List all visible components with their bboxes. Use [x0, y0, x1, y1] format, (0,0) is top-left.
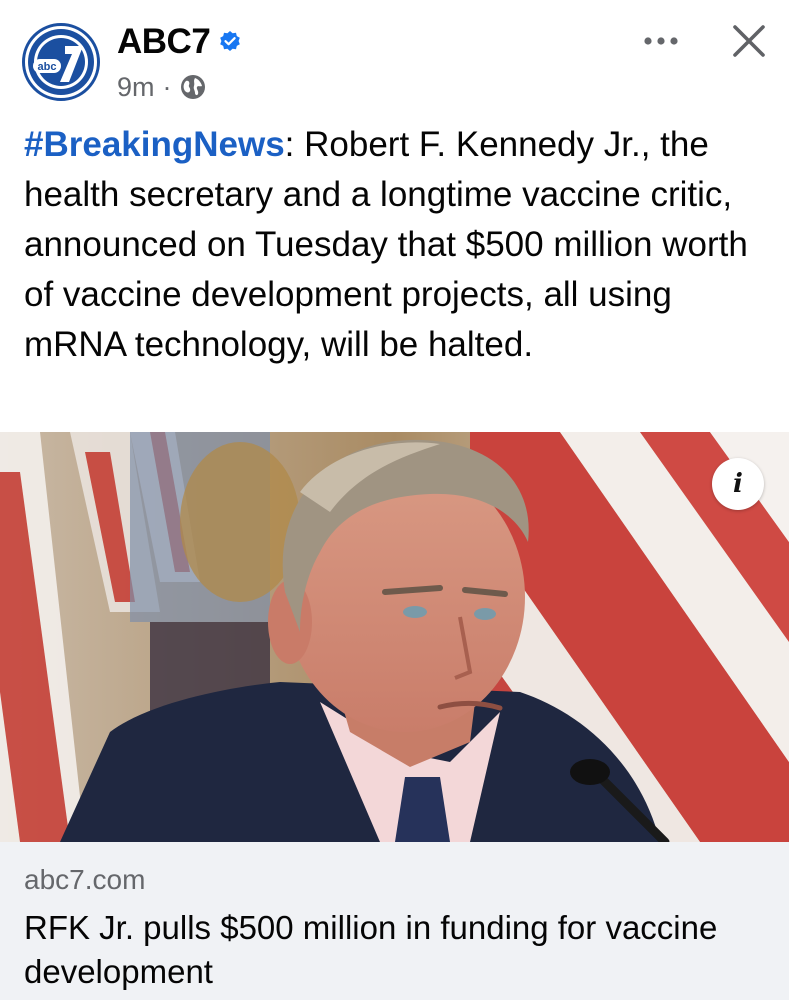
page-name[interactable]: ABC7 — [117, 22, 211, 62]
more-options-button[interactable] — [636, 24, 686, 58]
link-preview-image[interactable] — [0, 432, 789, 842]
post-text: #BreakingNews: Robert F. Kennedy Jr., th… — [24, 120, 764, 370]
abc7-logo: abc — [28, 29, 94, 95]
page-name-row: ABC7 — [117, 20, 242, 64]
meta-separator: · — [162, 71, 172, 102]
info-icon: i — [733, 469, 743, 499]
timestamp[interactable]: 9m — [117, 72, 155, 103]
post-header: abc ABC7 9m · — [0, 0, 789, 115]
avatar-text: abc — [38, 61, 57, 73]
photo — [0, 432, 789, 842]
avatar[interactable]: abc — [22, 23, 100, 101]
hashtag-link[interactable]: #BreakingNews — [24, 125, 285, 164]
info-button[interactable]: i — [712, 458, 764, 510]
link-domain: abc7.com — [24, 864, 146, 895]
more-horizontal-icon — [644, 37, 678, 45]
link-preview-footer[interactable]: abc7.com RFK Jr. pulls $500 million in f… — [0, 842, 789, 1000]
globe-icon[interactable] — [180, 74, 206, 100]
close-button[interactable] — [726, 18, 772, 64]
close-icon — [733, 25, 765, 57]
verified-badge-icon — [218, 30, 242, 54]
facebook-post: abc ABC7 9m · #BreakingNews: Robert F. K… — [0, 0, 789, 1000]
post-meta: 9m · — [117, 70, 206, 104]
link-title: RFK Jr. pulls $500 million in funding fo… — [24, 909, 718, 990]
